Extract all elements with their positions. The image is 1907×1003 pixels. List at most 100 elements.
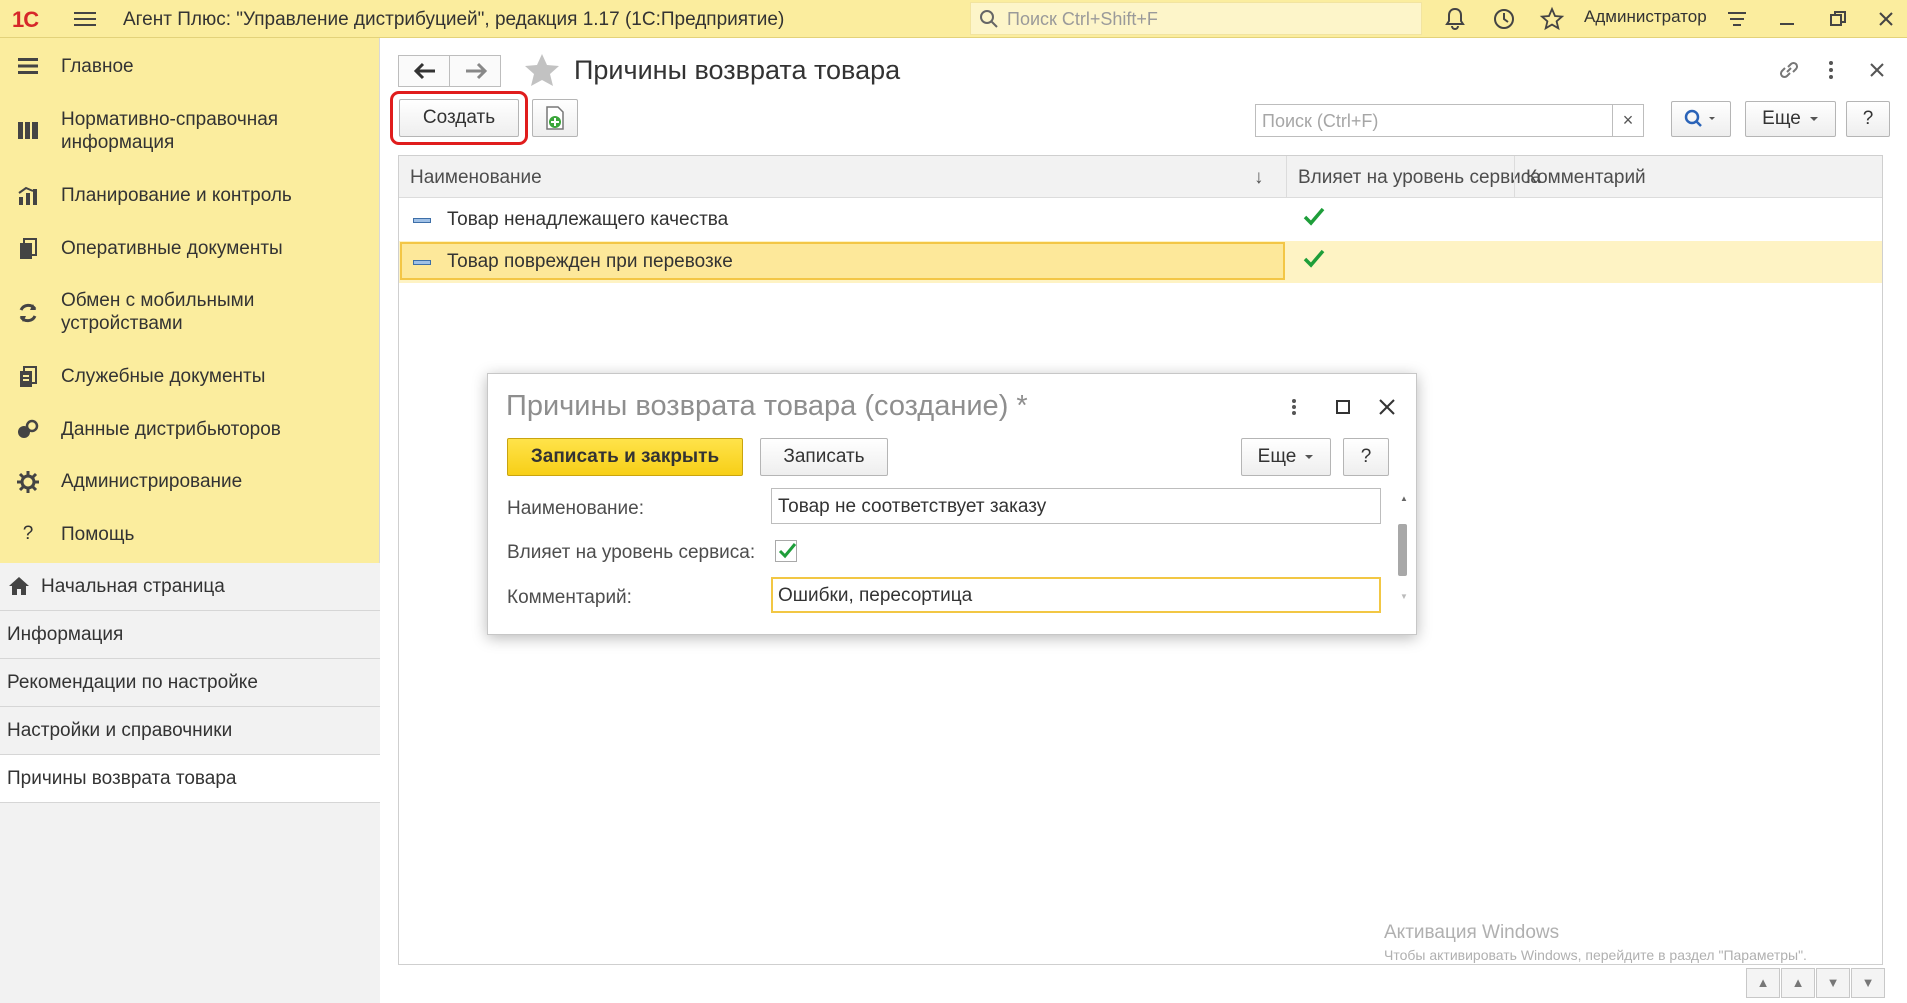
close-icon[interactable] <box>1873 6 1899 32</box>
title-bar: 1С Агент Плюс: "Управление дистрибуцией"… <box>0 0 1907 38</box>
sidebar-item-label: Нормативно-справочная информация <box>61 109 279 153</box>
sections-panel: Главное Нормативно-справочная информация… <box>0 38 380 1003</box>
sidebar-item-label: Оперативные документы <box>61 238 283 259</box>
column-divider <box>1514 156 1515 198</box>
sync-icon <box>19 303 37 323</box>
row-name: Товар ненадлежащего качества <box>447 209 729 230</box>
column-header-comment[interactable]: Комментарий <box>1526 167 1646 189</box>
copy-button[interactable] <box>532 99 578 137</box>
help-button[interactable]: ? <box>1846 101 1890 137</box>
search-clear-button[interactable]: × <box>1613 104 1644 137</box>
create-reason-dialog: Причины возврата товара (создание) * Зап… <box>487 373 1417 635</box>
column-divider <box>1286 156 1287 198</box>
scroll-bottom-button[interactable]: ▼ <box>1851 968 1885 998</box>
history-icon[interactable] <box>1491 6 1517 32</box>
link-icon[interactable] <box>1775 56 1803 84</box>
kebab-menu-icon[interactable] <box>1825 56 1837 84</box>
bell-icon[interactable] <box>1442 6 1468 32</box>
favorites-star-icon[interactable] <box>1539 6 1565 32</box>
window-item-label: Информация <box>7 624 124 645</box>
window-item-home[interactable]: Начальная страница <box>0 563 380 611</box>
arrow-left-icon <box>413 62 435 80</box>
global-search-input[interactable]: Поиск Ctrl+Shift+F <box>970 2 1422 35</box>
sidebar-item-label: Главное <box>61 56 134 77</box>
close-icon[interactable] <box>1376 396 1398 418</box>
back-button[interactable] <box>398 55 450 87</box>
more-button-label: Еще <box>1762 108 1801 129</box>
row-name: Товар поврежден при перевозке <box>447 251 733 272</box>
search-icon <box>980 10 998 28</box>
table-row[interactable]: Товар ненадлежащего качества <box>399 199 1882 241</box>
dialog-title: Причины возврата товара (создание) * <box>506 390 1028 422</box>
current-user[interactable]: Администратор <box>1584 7 1707 27</box>
column-header-name[interactable]: Наименование <box>410 167 542 189</box>
favorite-star-icon[interactable] <box>524 53 560 87</box>
sidebar-item-label: Администрирование <box>61 471 243 492</box>
kebab-menu-icon[interactable] <box>1288 396 1300 418</box>
chevron-down-icon <box>1809 117 1818 121</box>
settings-lines-icon[interactable] <box>1724 6 1750 32</box>
window-item-label: Причины возврата товара <box>7 768 237 789</box>
dialog-help-button[interactable]: ? <box>1343 438 1389 476</box>
maximize-icon[interactable] <box>1333 396 1353 418</box>
comment-field[interactable]: Ошибки, пересортица <box>771 577 1381 613</box>
chevron-down-icon <box>1305 455 1314 459</box>
save-and-close-button[interactable]: Записать и закрыть <box>507 438 743 476</box>
affects-service-label: Влияет на уровень сервиса: <box>507 542 756 563</box>
service-docs-icon <box>20 366 37 387</box>
question-icon: ? <box>22 523 34 544</box>
sidebar-item-label: Служебные документы <box>61 366 266 387</box>
distributors-icon <box>18 419 39 438</box>
sidebar-item-label: Помощь <box>61 524 135 545</box>
dialog-more-button[interactable]: Еще <box>1241 438 1331 476</box>
activation-watermark-text: Чтобы активировать Windows, перейдите в … <box>1384 947 1807 963</box>
name-field[interactable]: Товар не соответствует заказу <box>771 488 1381 524</box>
scroll-up-button[interactable]: ▲ <box>1781 968 1815 998</box>
copy-document-icon <box>546 106 564 130</box>
page-title: Причины возврата товара <box>574 55 901 85</box>
documents-icon <box>20 238 37 259</box>
window-item-label: Рекомендации по настройке <box>7 672 258 693</box>
window-item-label: Настройки и справочники <box>7 720 233 741</box>
window-item-info[interactable]: Информация <box>0 611 380 659</box>
window-item-label: Начальная страница <box>41 576 225 597</box>
sort-arrow-icon[interactable]: ↓ <box>1254 167 1264 189</box>
sidebar-item-label: Планирование и контроль <box>61 185 292 206</box>
arrow-right-icon <box>466 62 488 80</box>
search-options-button[interactable] <box>1671 101 1731 137</box>
affects-service-checkbox[interactable] <box>775 540 797 562</box>
list-search-input[interactable]: Поиск (Ctrl+F) <box>1255 104 1613 137</box>
close-form-icon[interactable] <box>1864 56 1890 84</box>
window-item-settings[interactable]: Настройки и справочники <box>0 707 380 755</box>
comment-label: Комментарий: <box>507 587 632 608</box>
scroll-top-button[interactable]: ▲ <box>1746 968 1780 998</box>
restore-icon[interactable] <box>1825 6 1851 32</box>
list-search-placeholder: Поиск (Ctrl+F) <box>1262 111 1379 131</box>
open-windows-panel: Начальная страница Информация Рекомендац… <box>0 563 380 1003</box>
window-item-recommendations[interactable]: Рекомендации по настройке <box>0 659 380 707</box>
minimize-icon[interactable] <box>1774 6 1800 32</box>
gear-icon <box>17 471 39 493</box>
dialog-more-label: Еще <box>1257 446 1297 467</box>
window-item-return-reasons[interactable]: Причины возврата товара <box>0 755 380 803</box>
catalog-item-icon <box>413 260 431 265</box>
global-search-placeholder: Поиск Ctrl+Shift+F <box>1007 9 1158 29</box>
save-button[interactable]: Записать <box>760 438 888 476</box>
checkmark-icon <box>1303 207 1325 226</box>
app-title: Агент Плюс: "Управление дистрибуцией", р… <box>123 9 785 30</box>
growth-chart-icon <box>18 186 37 205</box>
name-label: Наименование: <box>507 498 644 519</box>
scroll-buttons: ▲ ▲ ▼ ▼ <box>1746 968 1886 998</box>
dialog-scrollbar[interactable]: ▲ ▼ <box>1397 494 1409 604</box>
table-header: Наименование ↓ Влияет на уровень сервиса… <box>399 156 1882 198</box>
table-row-selected[interactable]: Товар поврежден при перевозке <box>399 241 1882 283</box>
forward-button[interactable] <box>449 55 501 87</box>
create-button[interactable]: Создать <box>399 99 519 137</box>
main-menu-icon[interactable] <box>74 8 96 28</box>
more-button[interactable]: Еще <box>1745 101 1836 137</box>
search-icon <box>1684 109 1715 127</box>
scroll-down-button[interactable]: ▼ <box>1816 968 1850 998</box>
menu-lines-icon <box>18 58 38 74</box>
home-icon <box>9 577 29 595</box>
column-header-affects-service[interactable]: Влияет на уровень сервиса <box>1298 167 1541 189</box>
